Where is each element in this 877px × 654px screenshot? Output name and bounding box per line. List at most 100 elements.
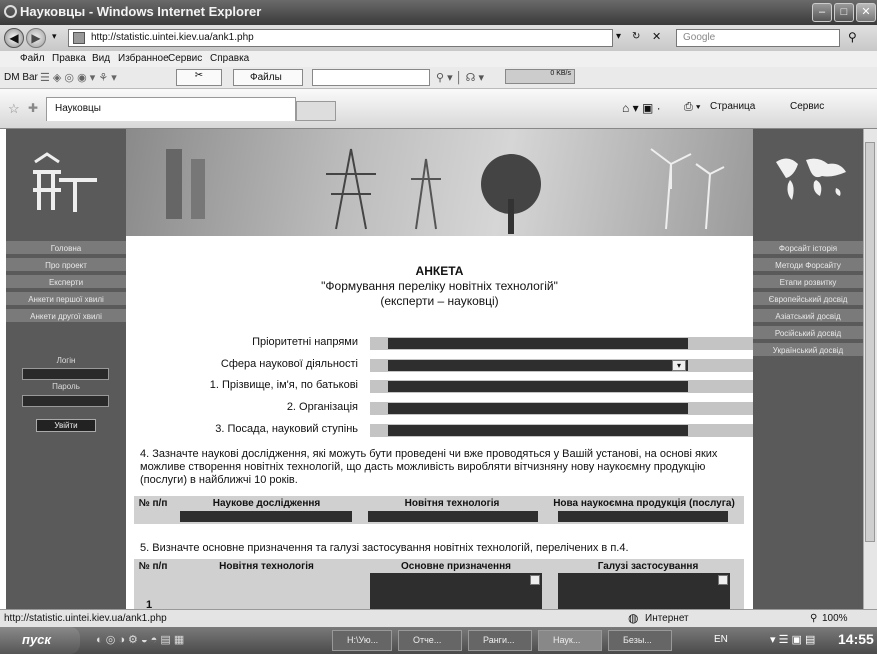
question-4: 4. Зазначте наукові дослідження, які мож…	[140, 448, 718, 486]
forward-icon[interactable]: ▶	[26, 28, 46, 48]
table2-header-purpose: Основне призначення	[401, 561, 511, 572]
table-header-technology: Новітня технологія	[404, 498, 500, 509]
table-header-product: Нова наукоємна продукція (послуга)	[553, 498, 735, 509]
menu-edit[interactable]: Правка	[52, 53, 86, 64]
status-zone: Интернет	[645, 613, 689, 624]
field-label-name: 1. Прізвище, ім'я, по батькові	[209, 379, 358, 391]
globe-icon: ◍	[628, 611, 639, 625]
table-research: № п/п Наукове дослідження Новітня технол…	[134, 496, 744, 524]
taskbar: пуск ◐ ◎ ◑ ⚙ ◒ ◓ ▤ ▦ H:\Ую... Отче... Ра…	[0, 627, 877, 654]
start-button[interactable]: пуск	[0, 627, 80, 654]
enter-button[interactable]: Увійти	[36, 419, 96, 432]
taskbar-item-2[interactable]: Отче...	[398, 630, 462, 651]
files-dropdown[interactable]: Файлы	[233, 69, 303, 86]
login-input[interactable]	[22, 368, 109, 380]
ie-icon	[4, 5, 17, 18]
question-5: 5. Визначте основне призначення та галуз…	[140, 542, 629, 554]
status-bar: http://statistic.uintei.kiev.ua/ank1.php…	[0, 609, 877, 627]
history-dropdown-icon[interactable]: ▾	[52, 31, 57, 42]
sphere-select[interactable]: ▾	[370, 359, 753, 372]
zoom-level[interactable]: 100%	[822, 613, 848, 624]
home-icon[interactable]: ⌂ ▾ ▣ ·	[622, 101, 661, 115]
world-map-icon	[776, 158, 846, 200]
table-header-research: Наукове дослідження	[212, 498, 321, 509]
form-subtitle-2: (експерти – науковці)	[380, 294, 499, 308]
stop-icon[interactable]: ✕	[652, 30, 661, 43]
product-input[interactable]	[558, 511, 728, 522]
page-icon	[73, 32, 85, 44]
menu-help[interactable]: Справка	[210, 53, 249, 64]
nav-first-wave[interactable]: Анкети першої хвилі	[6, 292, 126, 307]
priorities-input[interactable]	[370, 337, 753, 350]
print-icon[interactable]: ⎙ ▾	[684, 101, 700, 114]
technology-input[interactable]	[368, 511, 538, 522]
nav-foresight-methods[interactable]: Методи Форсайту	[753, 258, 863, 273]
menu-view[interactable]: Вид	[92, 53, 110, 64]
taskbar-item-5[interactable]: Безы...	[608, 630, 672, 651]
search-input[interactable]: Google	[676, 29, 840, 47]
language-indicator[interactable]: EN	[714, 634, 728, 645]
search-icon[interactable]: ⚲	[848, 30, 857, 44]
nav-ukrainian[interactable]: Український досвід	[753, 343, 863, 358]
nav-second-wave[interactable]: Анкети другої хвилі	[6, 309, 126, 324]
toolbar-icons[interactable]: ☰ ◈ ◎ ◉ ▾ ⚘ ▾	[40, 71, 117, 84]
taskbar-item-1[interactable]: H:\Ую...	[332, 630, 392, 651]
nav-foresight-history[interactable]: Форсайт історія	[753, 241, 863, 256]
address-row: ◀ ▶ ▾ http://statistic.uintei.kiev.ua/an…	[0, 25, 877, 51]
table-application: № п/п Новітня технологія Основне признач…	[134, 559, 744, 611]
research-input[interactable]	[180, 511, 352, 522]
favorites-star-icon[interactable]: ☆	[8, 101, 20, 117]
nav-european[interactable]: Європейський досвід	[753, 292, 863, 307]
scrollbar-thumb[interactable]	[865, 142, 875, 542]
nav-home[interactable]: Головна	[6, 241, 126, 256]
position-input[interactable]	[370, 424, 753, 437]
name-input[interactable]	[370, 380, 753, 393]
tray-icons[interactable]: ▾ ☰ ▣ ▤	[770, 633, 815, 646]
page-menu[interactable]: Страница	[710, 101, 755, 112]
fields-scroll-button[interactable]	[718, 575, 728, 585]
login-label: Логін	[56, 356, 76, 365]
nav-asian[interactable]: Азіатський досвід	[753, 309, 863, 324]
close-button[interactable]: ✕	[856, 3, 876, 22]
chevron-down-icon[interactable]: ▾	[672, 360, 686, 371]
toolbar-icons-2[interactable]: ⚲ ▾ │ ☊ ▾	[436, 71, 484, 84]
nav-experts[interactable]: Експерти	[6, 275, 126, 290]
clock: 14:55	[838, 631, 874, 647]
back-icon[interactable]: ◀	[4, 28, 24, 48]
ht-logo-icon	[33, 152, 97, 212]
go-dropdown-icon[interactable]: ▾	[616, 31, 621, 42]
nav-russian[interactable]: Російський досвід	[753, 326, 863, 341]
address-input[interactable]: http://statistic.uintei.kiev.ua/ank1.php	[68, 29, 613, 47]
menu-bar: Файл Правка Вид Избранное Сервис Справка	[0, 51, 877, 67]
taskbar-item-4[interactable]: Наук...	[538, 630, 602, 651]
purpose-textarea[interactable]	[370, 573, 542, 609]
quick-launch-icons[interactable]: ◐ ◎ ◑ ⚙ ◒ ◓ ▤ ▦	[96, 633, 184, 646]
tab-active[interactable]: Науковцы	[46, 97, 296, 121]
form-title: АНКЕТА	[415, 264, 464, 278]
purpose-scroll-button[interactable]	[530, 575, 540, 585]
maximize-button[interactable]: □	[834, 3, 854, 22]
new-tab-button[interactable]	[296, 101, 336, 121]
status-url: http://statistic.uintei.kiev.ua/ank1.php	[4, 613, 167, 624]
zoom-icon[interactable]: ⚲	[810, 613, 817, 624]
taskbar-item-3[interactable]: Ранги...	[468, 630, 532, 651]
add-favorites-icon[interactable]: ✚	[28, 101, 38, 115]
nav-stages[interactable]: Етапи розвитку	[753, 275, 863, 290]
tab-row: ☆ ✚ Науковцы ⌂ ▾ ▣ · ⎙ ▾ Страница Сервис	[0, 89, 877, 129]
form-subtitle: "Формування переліку новітніх технологій…	[321, 279, 558, 293]
menu-tools[interactable]: Сервис	[168, 53, 202, 64]
progress-indicator: 0 KB/s	[505, 69, 575, 84]
field-label-org: 2. Організація	[286, 401, 358, 413]
toolbar-combo[interactable]	[312, 69, 430, 86]
menu-favorites[interactable]: Избранное	[118, 53, 169, 64]
service-menu[interactable]: Сервис	[790, 101, 824, 112]
scissors-icon[interactable]: ✂	[176, 69, 222, 86]
organization-input[interactable]	[370, 402, 753, 415]
password-label: Пароль	[52, 382, 80, 391]
nav-about[interactable]: Про проект	[6, 258, 126, 273]
menu-file[interactable]: Файл	[20, 53, 45, 64]
password-input[interactable]	[22, 395, 109, 407]
minimize-button[interactable]: –	[812, 3, 832, 22]
fields-textarea[interactable]	[558, 573, 730, 609]
refresh-icon[interactable]: ↻	[632, 31, 640, 42]
